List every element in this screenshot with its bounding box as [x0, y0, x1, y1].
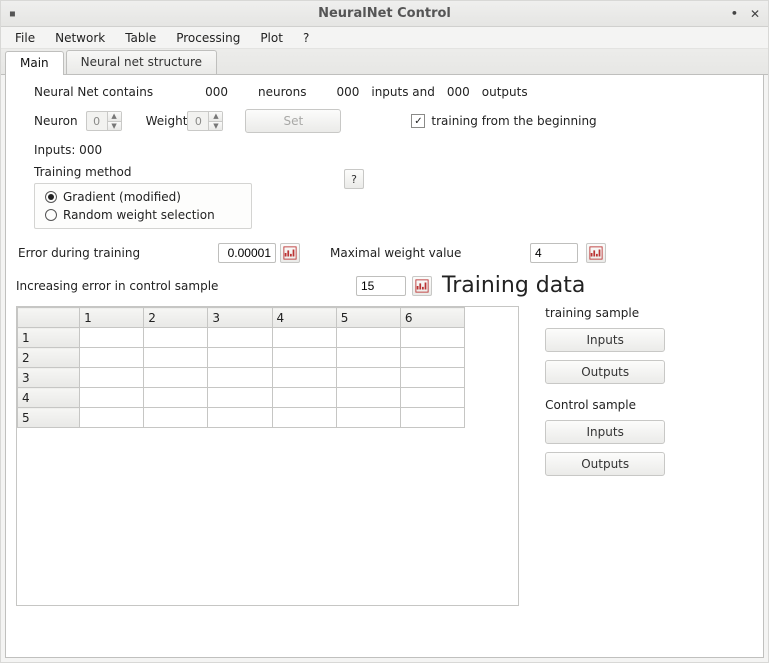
training-outputs-button[interactable]: Outputs: [545, 360, 665, 384]
outputs-label: outputs: [482, 85, 528, 99]
inputs-line: Inputs: 000: [34, 143, 102, 157]
data-table[interactable]: 1 2 3 4 5 6 1 2 3 4 5: [17, 307, 465, 428]
col-header[interactable]: 6: [400, 308, 464, 328]
summary-row: Neural Net contains 000 neurons 000 inpu…: [16, 85, 753, 99]
training-sample-label: training sample: [545, 306, 753, 320]
training-inputs-button[interactable]: Inputs: [545, 328, 665, 352]
training-method-help-button[interactable]: ?: [344, 169, 364, 189]
data-table-container: 1 2 3 4 5 6 1 2 3 4 5: [16, 306, 519, 606]
main-pane: Neural Net contains 000 neurons 000 inpu…: [5, 75, 764, 658]
row-header[interactable]: 2: [18, 348, 80, 368]
menu-file[interactable]: File: [7, 29, 43, 47]
minimize-button[interactable]: •: [731, 7, 738, 20]
table-header-row: 1 2 3 4 5 6: [18, 308, 465, 328]
error-during-training-label: Error during training: [18, 246, 218, 260]
col-header[interactable]: 3: [208, 308, 272, 328]
col-header[interactable]: 1: [80, 308, 144, 328]
menu-plot[interactable]: Plot: [252, 29, 291, 47]
neurons-label: neurons: [258, 85, 306, 99]
row-header[interactable]: 4: [18, 388, 80, 408]
menu-processing[interactable]: Processing: [168, 29, 248, 47]
outputs-value: 000: [447, 85, 470, 99]
spinner-up-icon[interactable]: ▲: [108, 112, 121, 122]
spinner-up-icon[interactable]: ▲: [209, 112, 222, 122]
training-method-gradient-radio[interactable]: [45, 191, 57, 203]
weight-spinner-value: 0: [188, 112, 208, 130]
increasing-error-label: Increasing error in control sample: [16, 279, 356, 293]
titlebar-left-icon: ▪: [9, 8, 16, 19]
control-inputs-button[interactable]: Inputs: [545, 420, 665, 444]
training-method-random-radio[interactable]: [45, 209, 57, 221]
titlebar: ▪ NeuralNet Control • ✕: [1, 1, 768, 27]
set-button-label: Set: [284, 114, 304, 128]
error-during-training-input[interactable]: [218, 243, 276, 263]
menu-network[interactable]: Network: [47, 29, 113, 47]
control-outputs-label: Outputs: [581, 457, 629, 471]
help-icon: ?: [351, 173, 357, 186]
chart-icon: [283, 246, 297, 260]
set-button[interactable]: Set: [245, 109, 341, 133]
summary-prefix: Neural Net contains: [34, 85, 153, 99]
row-header[interactable]: 3: [18, 368, 80, 388]
training-outputs-label: Outputs: [581, 365, 629, 379]
tab-main[interactable]: Main: [5, 51, 64, 75]
row-header[interactable]: 1: [18, 328, 80, 348]
menubar: File Network Table Processing Plot ?: [1, 27, 768, 49]
menu-table[interactable]: Table: [117, 29, 164, 47]
spinner-down-icon[interactable]: ▼: [108, 122, 121, 131]
max-weight-input[interactable]: [530, 243, 578, 263]
control-outputs-button[interactable]: Outputs: [545, 452, 665, 476]
app-window: ▪ NeuralNet Control • ✕ File Network Tab…: [0, 0, 769, 663]
tab-structure-label: Neural net structure: [81, 55, 202, 69]
col-header[interactable]: 2: [144, 308, 208, 328]
table-row[interactable]: 5: [18, 408, 465, 428]
training-method-group: Gradient (modified) Random weight select…: [34, 183, 252, 229]
error-during-training-icon-button[interactable]: [280, 243, 300, 263]
row-header[interactable]: 5: [18, 408, 80, 428]
chart-icon: [415, 279, 429, 293]
neuron-label: Neuron: [34, 114, 78, 128]
tab-bar: Main Neural net structure: [1, 49, 768, 75]
spinner-down-icon[interactable]: ▼: [209, 122, 222, 131]
neuron-spinner-value: 0: [87, 112, 107, 130]
table-row[interactable]: 3: [18, 368, 465, 388]
max-weight-icon-button[interactable]: [586, 243, 606, 263]
side-panel: training sample Inputs Outputs Control s…: [545, 306, 753, 476]
inputs-label: inputs and: [371, 85, 435, 99]
table-row[interactable]: 4: [18, 388, 465, 408]
table-corner-cell: [18, 308, 80, 328]
inputs-value: 000: [336, 85, 359, 99]
training-from-beginning-checkbox[interactable]: ✓: [411, 114, 425, 128]
weight-spinner[interactable]: 0 ▲▼: [187, 111, 223, 131]
training-method-gradient-label: Gradient (modified): [63, 190, 181, 204]
weight-label: Weight: [146, 114, 188, 128]
training-from-beginning-label: training from the beginning: [431, 114, 596, 128]
training-method-label: Training method: [34, 165, 252, 179]
increasing-error-icon-button[interactable]: [412, 276, 432, 296]
table-row[interactable]: 2: [18, 348, 465, 368]
close-button[interactable]: ✕: [750, 7, 760, 21]
max-weight-label: Maximal weight value: [330, 246, 530, 260]
col-header[interactable]: 4: [272, 308, 336, 328]
training-data-heading: Training data: [442, 273, 585, 298]
col-header[interactable]: 5: [336, 308, 400, 328]
control-inputs-label: Inputs: [587, 425, 624, 439]
training-inputs-label: Inputs: [587, 333, 624, 347]
control-sample-label: Control sample: [545, 398, 753, 412]
tab-main-label: Main: [20, 56, 49, 70]
increasing-error-input[interactable]: [356, 276, 406, 296]
menu-help[interactable]: ?: [295, 29, 317, 47]
neuron-spinner[interactable]: 0 ▲▼: [86, 111, 122, 131]
table-row[interactable]: 1: [18, 328, 465, 348]
training-method-random-label: Random weight selection: [63, 208, 215, 222]
chart-icon: [589, 246, 603, 260]
tab-structure[interactable]: Neural net structure: [66, 50, 217, 74]
window-title: NeuralNet Control: [318, 6, 451, 21]
neurons-value: 000: [205, 85, 228, 99]
